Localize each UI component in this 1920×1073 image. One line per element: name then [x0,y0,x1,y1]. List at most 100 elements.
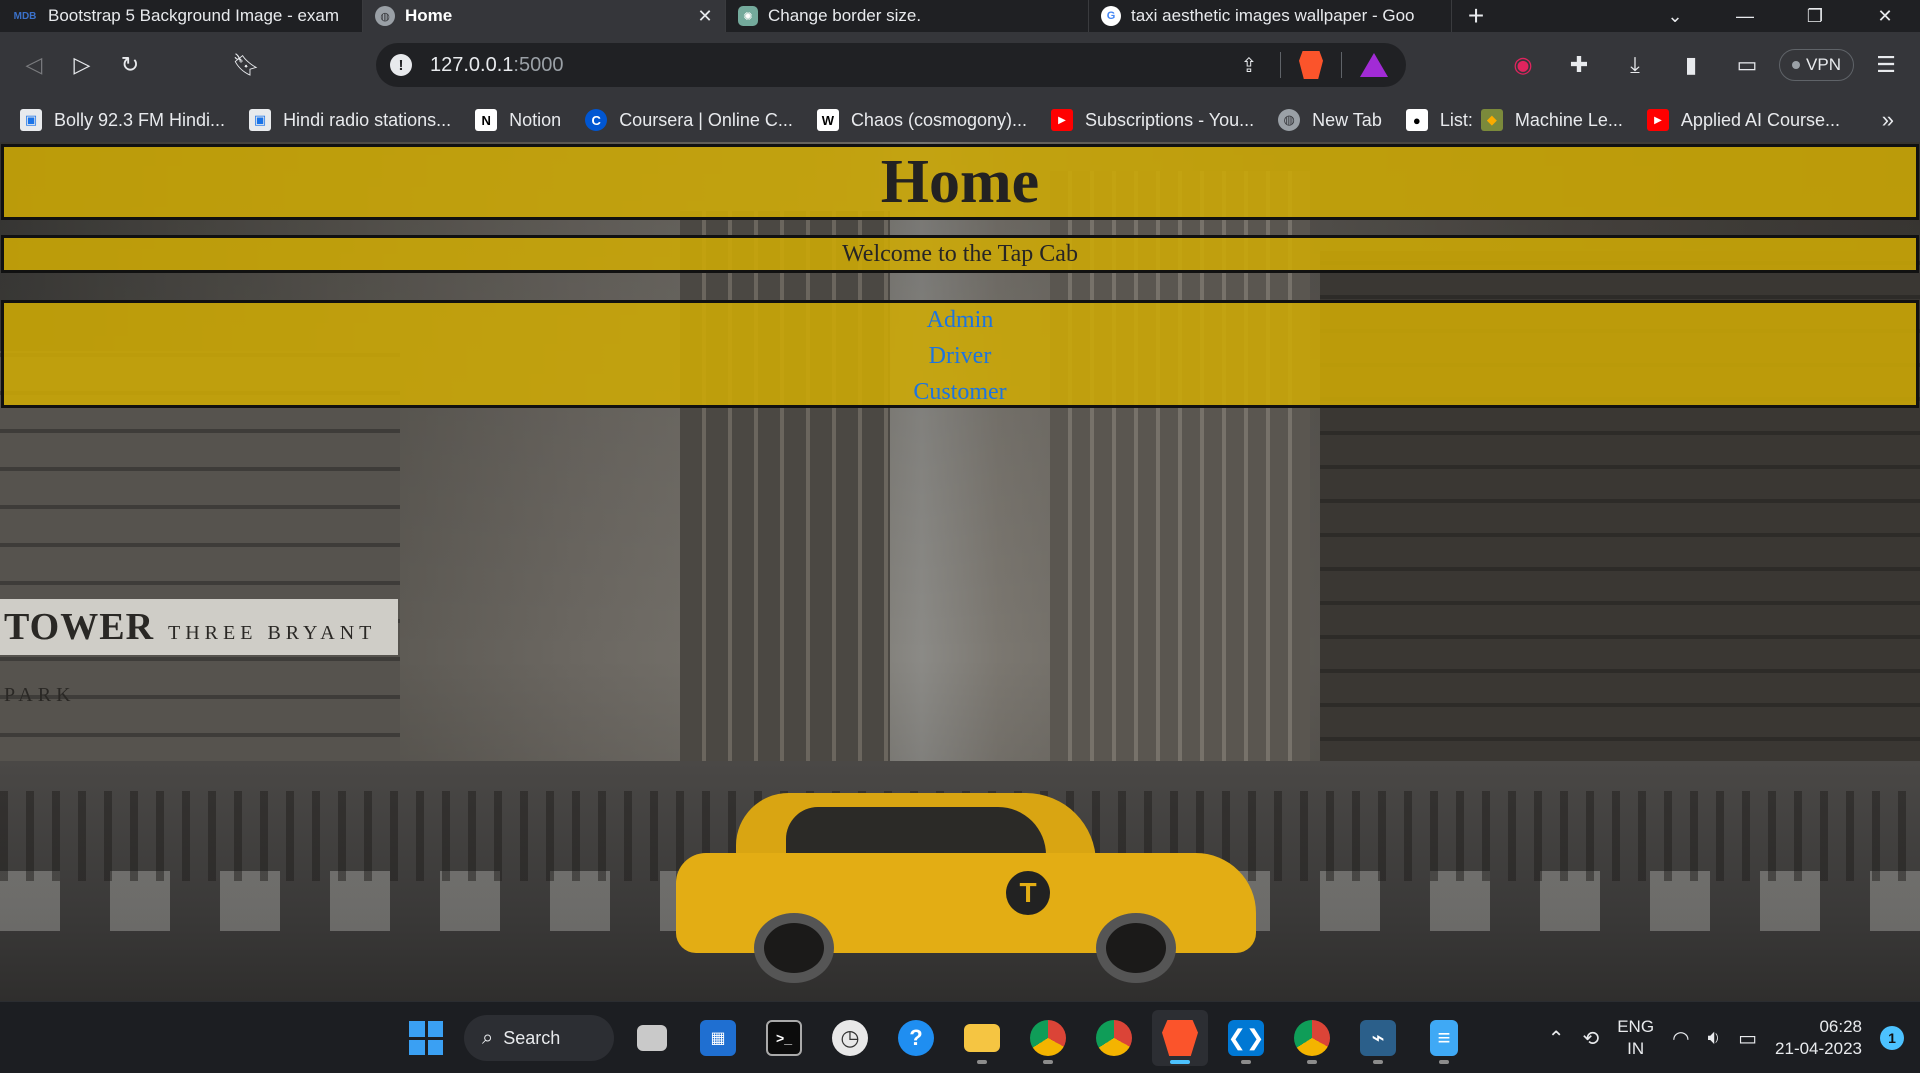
welcome-text: Welcome to the Tap Cab [842,241,1078,267]
notion-icon: N [475,109,498,131]
bookmark-item[interactable]: ▶ Subscriptions - You... [1051,109,1254,131]
bookmark-item[interactable]: ▣ Hindi radio stations... [249,109,451,131]
taxi-wheel [1096,913,1176,983]
bookmark-item[interactable]: ▣ Bolly 92.3 FM Hindi... [20,109,225,131]
brave-browser-icon[interactable] [1152,1010,1208,1066]
notification-badge[interactable]: 1 [1880,1026,1904,1050]
tab-title: Change border size. [768,6,922,25]
brave-shields-icon[interactable] [1299,51,1323,79]
bookmark-item[interactable]: ◆ Machine Le... [1480,109,1623,131]
language-indicator[interactable]: ENG IN [1617,1016,1654,1060]
mysql-workbench-icon[interactable]: ⌁ [1350,1010,1406,1066]
toolbar-right: ◉ ✚ ⤓ ▮ ▭ VPN ☰ [1499,43,1910,87]
back-icon[interactable]: ◁ [10,43,58,87]
tab-bootstrap[interactable]: MDB Bootstrap 5 Background Image - exam [0,0,363,32]
chrome-profile2-icon[interactable] [1284,1010,1340,1066]
wallet-icon[interactable]: ▭ [1723,43,1771,87]
globe-icon: ◍ [1278,109,1301,131]
show-hidden-icons-icon[interactable]: ⌃ [1548,1026,1565,1051]
lang-code: ENG [1617,1017,1655,1036]
chrome-profile-icon[interactable] [1020,1010,1076,1066]
tab-search-icon[interactable]: ⌄ [1640,0,1710,32]
sync-icon[interactable]: ⟲ [1582,1026,1599,1051]
bookmark-item[interactable]: ◍ New Tab [1278,109,1382,131]
new-tab-button[interactable]: + [1452,0,1500,32]
bookmark-icon[interactable]: 🔖︎ [222,43,270,87]
nav-item-admin: Admin [4,304,1916,340]
nav-item-driver: Driver [4,340,1916,376]
driver-link[interactable]: Driver [929,343,992,369]
task-view-icon[interactable] [624,1010,680,1066]
bookmark-label: Chaos (cosmogony)... [850,109,1028,130]
taskbar-apps: ⌕ Search ▦ >_ ◷ ? ❮❯ ⌁ ≡ [398,1002,1472,1073]
chrome-icon[interactable] [1086,1010,1142,1066]
clock[interactable]: 06:28 21-04-2023 [1775,1016,1862,1060]
tab-google[interactable]: G taxi aesthetic images wallpaper - Goo [1089,0,1452,32]
start-button[interactable] [398,1010,454,1066]
url-port: :5000 [513,53,564,76]
youtube-icon: ▶ [1646,109,1669,131]
bookmark-label: Notion [509,109,562,130]
search-icon: ⌕ [482,1026,494,1049]
windows-logo-icon [409,1021,443,1055]
volume-icon[interactable]: 🔉︎ [1708,1027,1721,1050]
forward-icon[interactable]: ▷ [58,43,106,87]
bookmarks-bar: ▣ Bolly 92.3 FM Hindi... ▣ Hindi radio s… [0,98,1920,142]
menu-icon[interactable]: ☰ [1862,43,1910,87]
date: 21-04-2023 [1775,1039,1862,1058]
bookmark-item[interactable]: C Coursera | Online C... [585,109,793,131]
tab-chatgpt[interactable]: ✺ Change border size. [726,0,1089,32]
extensions-icon[interactable]: ✚ [1555,43,1603,87]
nav-links-bar: Admin Driver Customer [1,300,1919,408]
admin-link[interactable]: Admin [927,307,994,333]
bookmark-item[interactable]: W Chaos (cosmogony)... [816,109,1028,131]
globe-icon: ◍ [375,6,395,26]
battery-icon[interactable]: ▭ [1738,1026,1757,1051]
bookmark-item[interactable]: ● List: [1405,109,1473,131]
file-explorer-icon[interactable] [954,1010,1010,1066]
background-tower-sign: TOWER THREE BRYANT PARK [0,599,398,706]
more-bookmarks-button[interactable]: » [1882,107,1894,133]
minimize-icon[interactable]: — [1710,0,1780,32]
system-tray: ⌃ ⟲ ENG IN ◠ 🔉︎ ▭ 06:28 21-04-2023 1 [1548,1002,1904,1073]
sidebar-icon[interactable]: ▮ [1667,43,1715,87]
wifi-icon[interactable]: ◠ [1672,1026,1689,1051]
vpn-label: VPN [1806,55,1841,74]
mdb-icon: MDB [12,6,38,26]
welcome-bar: Welcome to the Tap Cab [1,235,1919,273]
tower-sign-text: TOWER [4,606,155,648]
notepad-icon[interactable]: ≡ [1416,1010,1472,1066]
site-info-icon[interactable]: ! [390,54,412,76]
address-bar[interactable]: ! 127.0.0.1 :5000 ⇪ [376,43,1406,87]
close-window-icon[interactable]: ✕ [1850,0,1920,32]
media-icon[interactable]: ◉ [1499,43,1547,87]
download-icon[interactable]: ⤓ [1611,43,1659,87]
help-icon[interactable]: ? [888,1010,944,1066]
vpn-button[interactable]: VPN [1779,49,1854,81]
brave-rewards-icon[interactable] [1360,53,1388,77]
share-icon[interactable]: ⇪ [1236,52,1262,78]
home-header-bar: Home [1,144,1919,220]
calendar-app-icon[interactable]: ▦ [690,1010,746,1066]
divider [1280,52,1281,78]
page-viewport: TOWER THREE BRYANT PARK T Home Welcome to… [0,142,1920,1001]
clock-app-icon[interactable]: ◷ [822,1010,878,1066]
close-tab-icon[interactable]: ✕ [695,6,715,27]
taxi-window [786,807,1046,855]
reload-icon[interactable]: ↻ [106,43,154,87]
restore-icon[interactable]: ❐ [1780,0,1850,32]
tab-home[interactable]: ◍ Home ✕ [363,0,726,32]
customer-link[interactable]: Customer [913,379,1006,405]
bookmark-label: List: [1439,109,1473,130]
tab-strip: MDB Bootstrap 5 Background Image - exam … [0,0,1920,32]
bookmark-item[interactable]: ▶ Applied AI Course... [1646,109,1840,131]
terminal-icon[interactable]: >_ [756,1010,812,1066]
google-icon: G [1101,6,1121,26]
bookmark-item[interactable]: N Notion [475,109,561,131]
youtube-icon: ▶ [1051,109,1074,131]
divider [1341,52,1342,78]
tab-title: Home [405,6,453,25]
bookmark-label: Hindi radio stations... [283,109,452,130]
vscode-icon[interactable]: ❮❯ [1218,1010,1274,1066]
taskbar-search[interactable]: ⌕ Search [464,1015,614,1061]
